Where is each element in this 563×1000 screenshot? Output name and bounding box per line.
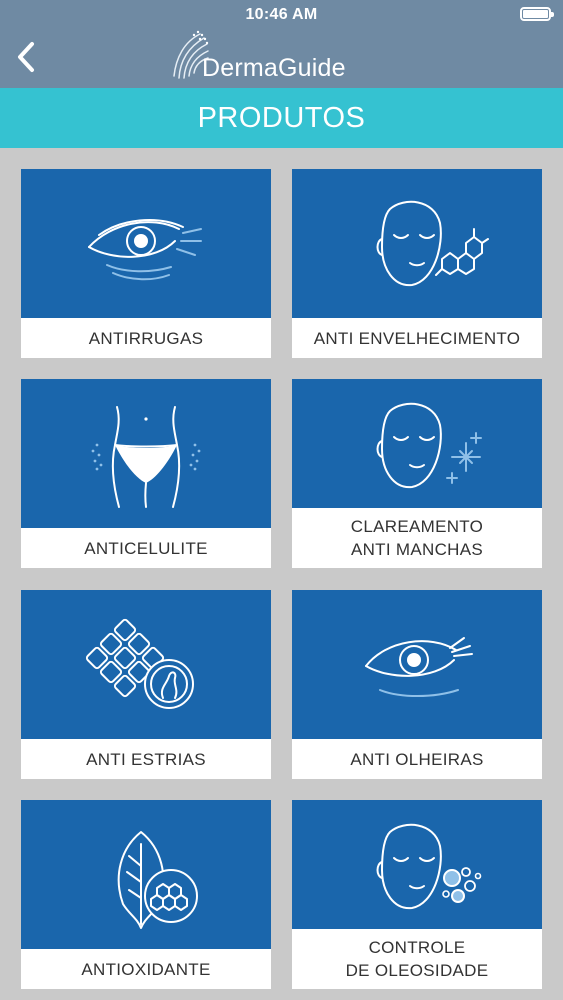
product-card-clareamento-anti-manchas[interactable]: CLAREAMENTO ANTI MANCHAS bbox=[292, 379, 542, 568]
product-card-antirrugas[interactable]: ANTIRRUGAS bbox=[21, 169, 271, 358]
product-tile bbox=[292, 590, 542, 739]
product-label: ANTI ESTRIAS bbox=[86, 749, 206, 769]
page-title: PRODUTOS bbox=[197, 102, 366, 134]
product-card-anticelulite[interactable]: ANTICELULITE bbox=[21, 379, 271, 568]
product-tile bbox=[21, 590, 271, 739]
back-button[interactable] bbox=[12, 40, 42, 74]
product-card-anti-olheiras[interactable]: ANTI OLHEIRAS bbox=[292, 590, 542, 779]
face-sparkle-icon bbox=[376, 402, 482, 489]
product-label: ANTIRRUGAS bbox=[88, 328, 204, 348]
logo-text: DermaGuide bbox=[202, 54, 346, 82]
product-card-controle-de-oleosidade[interactable]: CONTROLE DE OLEOSIDADE bbox=[292, 800, 542, 989]
product-card-antioxidante[interactable]: ANTIOXIDANTE bbox=[21, 800, 271, 989]
product-tile bbox=[21, 800, 271, 949]
app-logo: DermaGuide bbox=[170, 28, 370, 84]
product-label: ANTI OLHEIRAS bbox=[350, 749, 484, 769]
face-bubbles-icon bbox=[376, 823, 482, 910]
app-header: 10:46 AM DermaGuide bbox=[0, 0, 563, 88]
product-tile bbox=[21, 169, 271, 318]
product-tile bbox=[292, 800, 542, 929]
page-title-bar: PRODUTOS bbox=[0, 88, 563, 148]
battery-icon bbox=[520, 7, 554, 21]
product-label: ANTI ENVELHECIMENTO bbox=[313, 328, 521, 348]
hips-icon bbox=[91, 406, 201, 508]
status-time: 10:46 AM bbox=[245, 6, 318, 23]
eye-wrinkles-icon bbox=[88, 219, 202, 281]
leaf-honeycomb-icon bbox=[117, 831, 198, 929]
product-tile bbox=[292, 379, 542, 508]
product-card-anti-estrias[interactable]: ANTI ESTRIAS bbox=[21, 590, 271, 779]
product-tile bbox=[21, 379, 271, 528]
product-card-anti-envelhecimento[interactable]: ANTI ENVELHECIMENTO bbox=[292, 169, 542, 358]
skin-cells-icon bbox=[85, 618, 194, 709]
product-tile bbox=[292, 169, 542, 318]
product-label: CLAREAMENTO ANTI MANCHAS bbox=[350, 517, 484, 559]
eye-circles-icon bbox=[365, 637, 473, 697]
product-label: ANTIOXIDANTE bbox=[81, 959, 211, 979]
product-label: ANTICELULITE bbox=[84, 538, 208, 558]
product-label: CONTROLE DE OLEOSIDADE bbox=[345, 938, 489, 980]
face-molecule-icon bbox=[376, 200, 489, 287]
chevron-left-icon bbox=[18, 42, 34, 72]
